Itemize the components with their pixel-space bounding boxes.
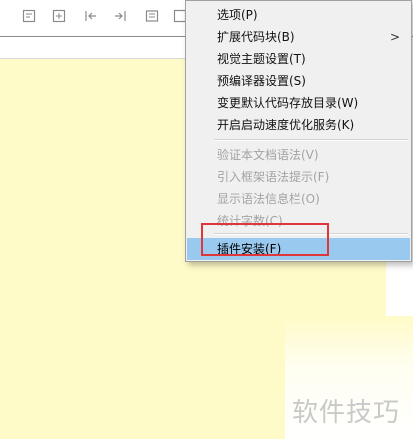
menu-item-label: 视觉主题设置(T) — [217, 52, 306, 66]
menu-item-framework-hints: 引入框架语法提示(F) — [187, 166, 410, 188]
menu-item-label: 开启启动速度优化服务(K) — [217, 118, 355, 132]
watermark: 软件技巧 — [292, 398, 401, 428]
menu-item-label: 变更默认代码存放目录(W) — [217, 96, 359, 110]
page-icon[interactable] — [22, 9, 36, 23]
menu-item-validate-syntax: 验证本文档语法(V) — [187, 144, 410, 166]
menu-separator — [214, 139, 408, 141]
menu-item-extend-code-block[interactable]: 扩展代码块(B) > — [187, 26, 410, 48]
menu-item-label: 扩展代码块(B) — [217, 30, 295, 44]
menu-item-label: 显示语法信息栏(O) — [217, 192, 320, 206]
indent-left-icon[interactable] — [84, 9, 98, 23]
indent-right-icon[interactable] — [113, 9, 127, 23]
export-icon[interactable] — [52, 9, 66, 23]
annotation-highlight-box — [201, 223, 329, 256]
menu-item-syntax-info-bar: 显示语法信息栏(O) — [187, 188, 410, 210]
menu-item-change-code-dir[interactable]: 变更默认代码存放目录(W) — [187, 92, 410, 114]
menu-item-precompiler[interactable]: 预编译器设置(S) — [187, 70, 410, 92]
chevron-right-icon: > — [389, 30, 400, 44]
menu-item-label: 选项(P) — [217, 8, 258, 22]
menu-item-label: 验证本文档语法(V) — [217, 148, 319, 162]
menu-item-startup-optimization[interactable]: 开启启动速度优化服务(K) — [187, 114, 410, 136]
list-icon[interactable] — [145, 9, 159, 23]
menu-item-label: 引入框架语法提示(F) — [217, 170, 330, 184]
menu-item-options[interactable]: 选项(P) — [187, 4, 410, 26]
menu-item-label: 预编译器设置(S) — [217, 74, 306, 88]
menu-item-visual-theme[interactable]: 视觉主题设置(T) — [187, 48, 410, 70]
